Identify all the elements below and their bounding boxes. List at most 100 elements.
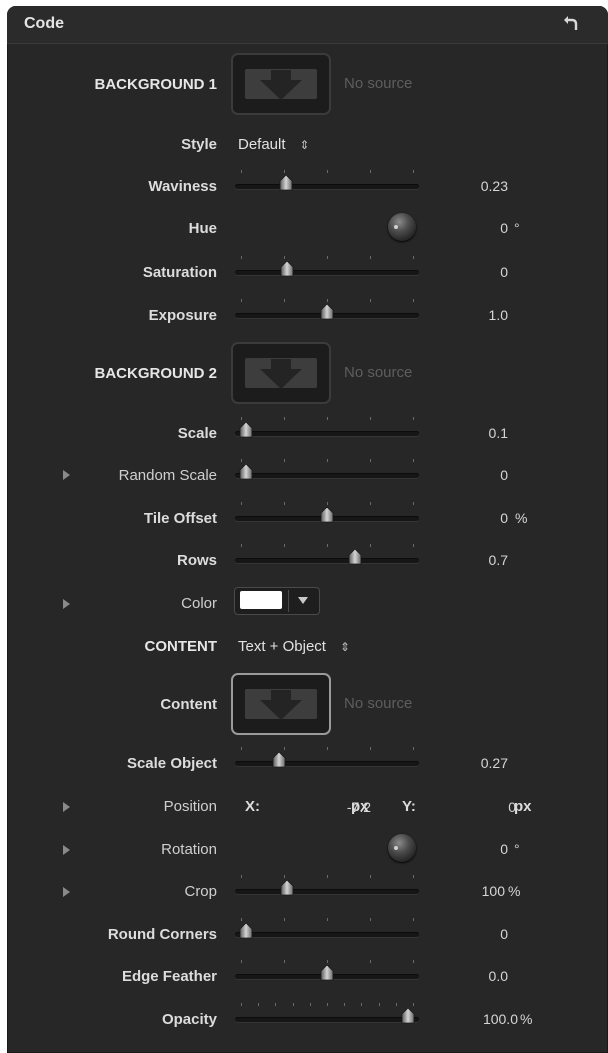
random-scale-disclosure-icon[interactable] bbox=[63, 470, 70, 480]
slider-knob[interactable] bbox=[320, 304, 334, 320]
slider-knob[interactable] bbox=[272, 752, 286, 768]
background1-source-well[interactable] bbox=[231, 53, 331, 115]
updown-arrows-icon: ⇕ bbox=[299, 138, 310, 152]
exposure-slider[interactable] bbox=[235, 299, 419, 321]
updown-arrows-icon: ⇕ bbox=[339, 640, 351, 654]
slider-tick bbox=[370, 918, 371, 921]
slider-tick bbox=[396, 1003, 397, 1006]
round-corners-slider[interactable] bbox=[235, 918, 419, 940]
slider-tick bbox=[284, 417, 285, 420]
opacity-slider[interactable] bbox=[235, 1003, 419, 1025]
slider-tick bbox=[241, 747, 242, 750]
slider-knob[interactable] bbox=[280, 880, 294, 896]
slider-tick bbox=[327, 170, 328, 173]
style-popup[interactable]: Default ⇕ bbox=[238, 136, 310, 153]
slider-knob[interactable] bbox=[280, 261, 294, 277]
hue-value[interactable]: 0 bbox=[500, 220, 508, 236]
waviness-value[interactable]: 0.23 bbox=[481, 178, 508, 194]
random-scale-value[interactable]: 0 bbox=[500, 467, 508, 483]
opacity-label: Opacity bbox=[161, 1011, 217, 1028]
slider-knob[interactable] bbox=[239, 422, 253, 438]
tile-offset-slider[interactable] bbox=[235, 502, 419, 524]
slider-track[interactable] bbox=[235, 558, 419, 563]
round-corners-value[interactable]: 0 bbox=[500, 926, 508, 942]
exposure-label: Exposure bbox=[148, 307, 217, 324]
content-source-well[interactable] bbox=[231, 673, 331, 735]
saturation-slider[interactable] bbox=[235, 256, 419, 278]
scale-object-value[interactable]: 0.27 bbox=[481, 755, 508, 771]
slider-tick bbox=[241, 544, 242, 547]
rotation-disclosure-icon[interactable] bbox=[63, 845, 70, 855]
rotation-label: Rotation bbox=[161, 841, 217, 858]
rotation-value[interactable]: 0 bbox=[500, 841, 508, 857]
background1-section-label: BACKGROUND 1 bbox=[94, 76, 217, 93]
slider-tick bbox=[413, 544, 414, 547]
slider-track[interactable] bbox=[235, 932, 419, 937]
color-swatch[interactable] bbox=[240, 591, 282, 609]
slider-tick bbox=[413, 170, 414, 173]
color-well[interactable] bbox=[234, 587, 320, 615]
slider-tick bbox=[241, 502, 242, 505]
crop-unit: % bbox=[508, 883, 521, 899]
slider-track[interactable] bbox=[235, 889, 419, 894]
chevron-down-icon[interactable] bbox=[298, 597, 308, 604]
rows-value[interactable]: 0.7 bbox=[489, 552, 508, 568]
slider-knob[interactable] bbox=[320, 965, 334, 981]
slider-knob[interactable] bbox=[401, 1008, 415, 1024]
saturation-value[interactable]: 0 bbox=[500, 264, 508, 280]
crop-value[interactable]: 100 bbox=[482, 883, 505, 899]
edge-feather-value[interactable]: 0.0 bbox=[489, 968, 508, 984]
slider-track[interactable] bbox=[235, 473, 419, 478]
edge-feather-slider[interactable] bbox=[235, 960, 419, 982]
slider-tick bbox=[413, 502, 414, 505]
slider-track[interactable] bbox=[235, 270, 419, 275]
slider-track[interactable] bbox=[235, 431, 419, 436]
color-disclosure-icon[interactable] bbox=[63, 599, 70, 609]
slider-tick bbox=[361, 1003, 362, 1006]
slider-knob[interactable] bbox=[239, 464, 253, 480]
scale-object-slider[interactable] bbox=[235, 747, 419, 769]
crop-disclosure-icon[interactable] bbox=[63, 887, 70, 897]
slider-tick bbox=[284, 459, 285, 462]
position-x-unit: px bbox=[351, 798, 369, 815]
slider-tick bbox=[241, 299, 242, 302]
tile-offset-value[interactable]: 0 bbox=[500, 510, 508, 526]
slider-tick bbox=[370, 502, 371, 505]
slider-track[interactable] bbox=[235, 1017, 419, 1022]
slider-knob[interactable] bbox=[348, 549, 362, 565]
slider-tick bbox=[413, 960, 414, 963]
scale-slider[interactable] bbox=[235, 417, 419, 439]
slider-tick bbox=[284, 544, 285, 547]
drop-arrow-icon bbox=[260, 690, 302, 720]
slider-knob[interactable] bbox=[239, 923, 253, 939]
slider-track[interactable] bbox=[235, 761, 419, 766]
position-label: Position bbox=[163, 798, 217, 815]
slider-tick bbox=[310, 1003, 311, 1006]
waviness-label: Waviness bbox=[148, 178, 217, 195]
rows-slider[interactable] bbox=[235, 544, 419, 566]
rotation-dial[interactable] bbox=[388, 834, 416, 862]
slider-track[interactable] bbox=[235, 184, 419, 189]
random-scale-slider[interactable] bbox=[235, 459, 419, 481]
panel-header: Code bbox=[7, 6, 608, 44]
exposure-value[interactable]: 1.0 bbox=[489, 307, 508, 323]
background2-source-well[interactable] bbox=[231, 342, 331, 404]
slider-knob[interactable] bbox=[320, 507, 334, 523]
reset-icon[interactable] bbox=[562, 12, 580, 34]
style-label: Style bbox=[181, 136, 217, 153]
slider-tick bbox=[413, 299, 414, 302]
background1-no-source-text: No source bbox=[344, 75, 413, 92]
scale-value[interactable]: 0.1 bbox=[489, 425, 508, 441]
opacity-value[interactable]: 100.0 bbox=[483, 1011, 518, 1027]
content-mode-popup[interactable]: Text + Object ⇕ bbox=[238, 638, 350, 655]
slider-tick bbox=[258, 1003, 259, 1006]
waviness-slider[interactable] bbox=[235, 170, 419, 192]
position-disclosure-icon[interactable] bbox=[63, 802, 70, 812]
hue-dial[interactable] bbox=[388, 213, 416, 241]
slider-knob[interactable] bbox=[279, 175, 293, 191]
slider-tick bbox=[241, 170, 242, 173]
slider-tick bbox=[370, 459, 371, 462]
slider-tick bbox=[293, 1003, 294, 1006]
crop-slider[interactable] bbox=[235, 875, 419, 897]
saturation-label: Saturation bbox=[142, 264, 217, 281]
